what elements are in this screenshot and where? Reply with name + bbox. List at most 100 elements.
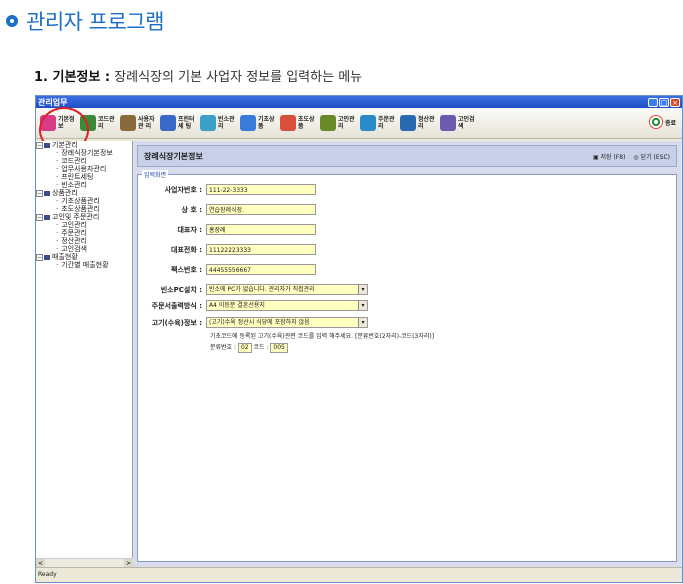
close-button[interactable]: ◎ 닫기 (ESC) [633, 152, 670, 161]
tree-item[interactable]: 업무사용자관리 [36, 165, 132, 173]
meat-label: 고기(수육)정보 : [151, 318, 202, 327]
toolbar-button-2[interactable]: 사용자관 리 [120, 111, 155, 135]
tree-label: 업무사용자관리 [61, 165, 107, 173]
ceo-label: 대표자 : [177, 225, 202, 234]
printer-icon [160, 115, 176, 131]
toolbar-button-7[interactable]: 고인관리 [320, 111, 355, 135]
navigation-tree: − 기본관리장례식장기본정보코드관리업무사용자관리프린트세팅빈소관리 − 상품관리기초… [36, 141, 133, 559]
toolbar-label: 기본정보 [58, 116, 75, 130]
tree-label: 장례식장기본정보 [61, 149, 113, 157]
chevron-down-icon[interactable]: ▾ [358, 301, 367, 310]
biz-no-label: 사업자번호 : [164, 185, 202, 194]
target-icon [648, 115, 663, 129]
tree-item[interactable]: 고인검색 [36, 245, 132, 253]
toolbar-button-10[interactable]: 고인검색 [440, 111, 475, 135]
print-value: A4 이등분 결혼선용지 [209, 301, 265, 309]
tree-item[interactable]: 빈소관리 [36, 181, 132, 189]
chevron-down-icon[interactable]: ▾ [358, 285, 367, 294]
tree-label: 상품관리 [52, 189, 78, 197]
tree-item[interactable]: 기간별 매출현황 [36, 261, 132, 269]
pc-select[interactable]: 빈소에 PC가 없습니다. 관리자가 직접관리 ▾ [206, 284, 368, 295]
toolbar-label: 고인검색 [458, 116, 475, 130]
close-window-button[interactable]: × [670, 97, 680, 107]
phone-field[interactable]: 11122223333 [206, 244, 316, 255]
tree-item[interactable]: 프린트세팅 [36, 173, 132, 181]
book-icon [40, 115, 56, 131]
ceo-field[interactable]: 홍장례 [206, 224, 316, 235]
section-number: 1. 기본정보 : [34, 70, 111, 85]
toolbar: 기본정보 코드관리 사용자관 리 프린터세 팅 빈소관리 기초상품 초도상품 고인관리 주문관리… [36, 108, 682, 139]
tree-item[interactable]: 초도상품관리 [36, 205, 132, 213]
tree-group[interactable]: − 기본관리 [36, 141, 132, 149]
app-window: 관리업무 _ □ × 기본정보 코드관리 사용자관 리 프린터세 팅 빈소관리 기초상품 초… [35, 95, 683, 583]
name-field[interactable]: 연습장례식장. [206, 204, 316, 215]
tree-item[interactable]: 장례식장기본정보 [36, 149, 132, 157]
calc-icon [400, 115, 416, 131]
toolbar-button-4[interactable]: 빈소관리 [200, 111, 235, 135]
folder-icon [44, 142, 50, 148]
exit-button[interactable]: 종료 [648, 115, 676, 129]
name-label: 상 호 : [181, 205, 202, 214]
toolbar-button-6[interactable]: 초도상품 [280, 111, 315, 135]
tree-label: 빈소관리 [61, 181, 87, 189]
panel-caption: 입력화면 [142, 170, 169, 179]
tree-item[interactable]: 주문관리 [36, 229, 132, 237]
pc-value: 빈소에 PC가 없습니다. 관리자가 직접관리 [209, 285, 315, 293]
collapse-icon[interactable]: − [36, 141, 43, 149]
tree-item[interactable]: 정산관리 [36, 237, 132, 245]
section-text: 장례식장의 기본 사업자 정보를 입력하는 메뉴 [110, 70, 363, 85]
tree-group[interactable]: − 상품관리 [36, 189, 132, 197]
tree-label: 코드관리 [61, 157, 87, 165]
tree-item[interactable]: 고인관리 [36, 221, 132, 229]
fax-label: 팩스번호 : [171, 265, 202, 274]
window-controls: _ □ × [648, 97, 680, 107]
tree-label: 고인검색 [61, 245, 87, 253]
tree-item[interactable]: 기초상품관리 [36, 197, 132, 205]
class-field[interactable]: 02 [237, 342, 252, 353]
main-title: 장례식장기본정보 [144, 151, 203, 161]
users-icon [120, 115, 136, 131]
phone-row: 대표전화 : 11122223333 [138, 243, 316, 256]
section-description: 1. 기본정보 : 장례식장의 기본 사업자 정보를 입력하는 메뉴 [34, 66, 362, 85]
collapse-icon[interactable]: − [36, 253, 43, 261]
tree-label: 기간별 매출현황 [61, 261, 109, 269]
toolbar-label: 사용자관 리 [138, 116, 155, 130]
collapse-icon[interactable]: − [36, 189, 43, 197]
toolbar-button-9[interactable]: 정산관리 [400, 111, 435, 135]
print-select[interactable]: A4 이등분 결혼선용지 ▾ [206, 300, 368, 311]
tree-label: 고인및 주문관리 [52, 213, 100, 221]
toolbar-button-3[interactable]: 프린터세 팅 [160, 111, 195, 135]
toolbar-label: 기초상품 [258, 116, 275, 130]
biz-no-row: 사업자번호 : 111-22-3333 [138, 183, 316, 196]
ceo-row: 대표자 : 홍장례 [138, 223, 316, 236]
tree-label: 주문관리 [61, 229, 87, 237]
meat-value: (고기)수육 정산시 식당에 포함하지 않음 [209, 318, 310, 326]
save-button[interactable]: ▣ 저장 (F8) [593, 152, 625, 161]
main-area: 장례식장기본정보 ▣ 저장 (F8) ◎ 닫기 (ESC) 입력화면 사업자번호… [133, 141, 681, 567]
toolbar-button-5[interactable]: 기초상품 [240, 111, 275, 135]
search-person-icon [440, 115, 456, 131]
toolbar-label: 프린터세 팅 [178, 116, 195, 130]
tree-label: 매출현황 [52, 253, 78, 261]
code-field[interactable]: 005 [270, 342, 288, 353]
tree-item[interactable]: 코드관리 [36, 157, 132, 165]
toolbar-button-0[interactable]: 기본정보 [40, 111, 75, 135]
folder-icon [44, 254, 50, 260]
fax-field[interactable]: 44455556667 [206, 264, 316, 275]
tree-label: 정산관리 [61, 237, 87, 245]
biz-no-field[interactable]: 111-22-3333 [206, 184, 316, 195]
tree-group[interactable]: − 매출현황 [36, 253, 132, 261]
folder-icon [44, 190, 50, 196]
tree-group[interactable]: − 고인및 주문관리 [36, 213, 132, 221]
collapse-icon[interactable]: − [36, 213, 43, 221]
meat-select[interactable]: (고기)수육 정산시 식당에 포함하지 않음 ▾ [206, 317, 368, 328]
maximize-button[interactable]: □ [659, 97, 669, 107]
chevron-down-icon[interactable]: ▾ [358, 318, 367, 327]
meat-row: 고기(수육)정보 : (고기)수육 정산시 식당에 포함하지 않음 ▾ [138, 316, 368, 329]
class-label: 분류번호 : [210, 344, 237, 351]
window-title: 관리업무 [38, 97, 68, 107]
status-bar: Ready [36, 567, 682, 582]
toolbar-button-8[interactable]: 주문관리 [360, 111, 395, 135]
room-icon [200, 115, 216, 131]
minimize-button[interactable]: _ [648, 97, 658, 107]
